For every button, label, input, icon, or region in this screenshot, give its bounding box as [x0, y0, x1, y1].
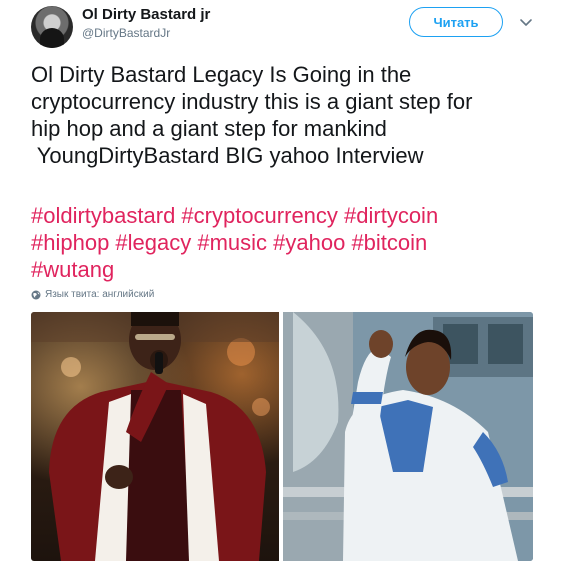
avatar[interactable] [31, 6, 73, 48]
hashtag-line[interactable]: #oldirtybastard #cryptocurrency #dirtyco… [31, 202, 546, 229]
follow-button[interactable]: Читать [409, 7, 503, 37]
chevron-down-icon[interactable] [518, 14, 534, 30]
tweet-text-line: cryptocurrency industry this is a giant … [31, 89, 473, 114]
user-name[interactable]: Ol Dirty Bastard jr [82, 6, 210, 23]
tweet-hashtags[interactable]: #oldirtybastard #cryptocurrency #dirtyco… [31, 202, 546, 283]
tweet-text: Ol Dirty Bastard Legacy Is Going in the … [31, 61, 546, 169]
globe-icon [31, 290, 41, 299]
photo-performer-illustration [31, 312, 279, 561]
photo-young-man-illustration [283, 312, 533, 561]
tweet-text-line: YoungDirtyBastard BIG yahoo Interview [31, 143, 424, 168]
tweet-media [31, 312, 533, 561]
language-label: Язык твита: английский [45, 289, 155, 300]
tweet-card: Ol Dirty Bastard jr @DirtyBastardJr Чита… [0, 0, 563, 567]
photo-performer[interactable] [31, 312, 279, 561]
user-handle[interactable]: @DirtyBastardJr [82, 26, 170, 40]
tweet-language: Язык твита: английский [31, 289, 154, 300]
tweet-text-line: Ol Dirty Bastard Legacy Is Going in the [31, 62, 412, 87]
hashtag-line[interactable]: #wutang [31, 256, 546, 283]
hashtag-line[interactable]: #hiphop #legacy #music #yahoo #bitcoin [31, 229, 546, 256]
photo-young-man[interactable] [283, 312, 533, 561]
tweet-text-line: hip hop and a giant step for mankind [31, 116, 387, 141]
